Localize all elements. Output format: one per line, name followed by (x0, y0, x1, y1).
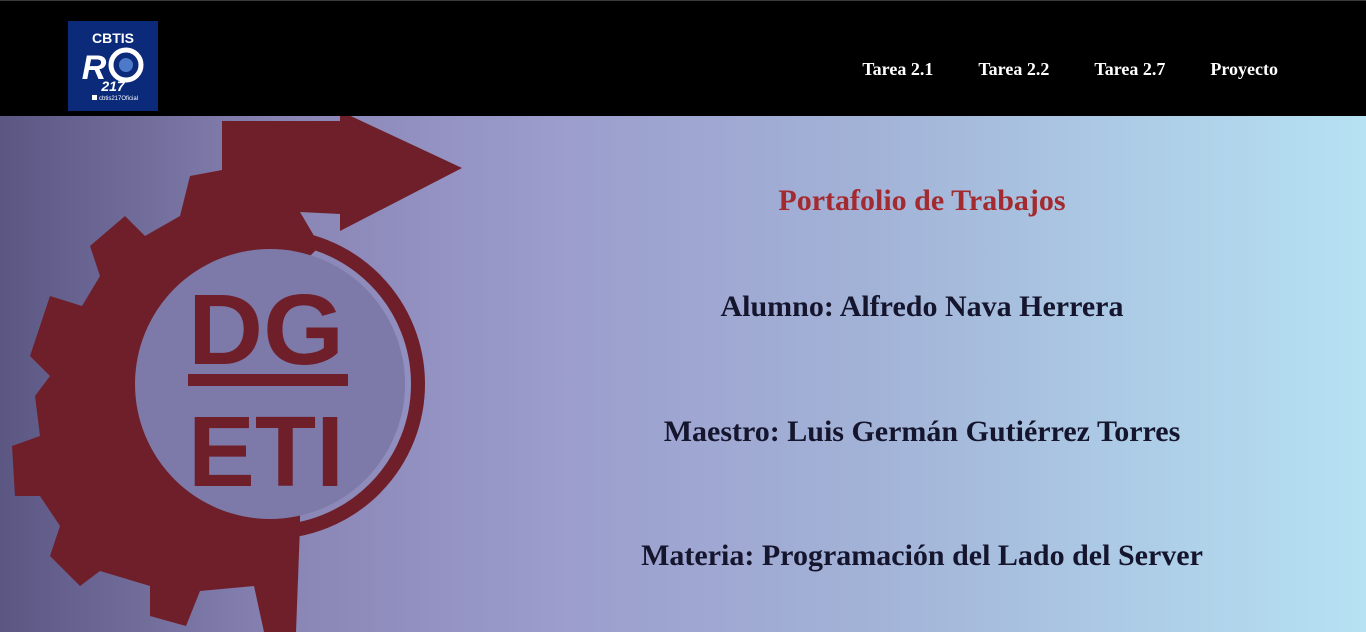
page-title: Portafolio de Trabajos (778, 184, 1066, 217)
emblem-text-dg: DG (188, 274, 344, 386)
nav-proyecto[interactable]: Proyecto (1210, 59, 1278, 79)
hero-section: DG ETI Portafolio de Trabajos Alumno: Al… (0, 116, 1366, 632)
student-name: Alfredo Nava Herrera (839, 290, 1124, 323)
subject-name: Programación del Lado del Server (761, 539, 1203, 572)
dgeti-emblem-icon: DG ETI (12, 116, 462, 632)
logo-text-top: CBTIS (92, 30, 134, 46)
subject-line: Materia: Programación del Lado del Serve… (478, 539, 1366, 573)
nav-tarea-2-1[interactable]: Tarea 2.1 (862, 59, 933, 79)
cbtis-logo[interactable]: CBTIS R 217 cbtis217Oficial (68, 21, 158, 111)
teacher-label: Maestro: (663, 415, 788, 448)
subject-label: Materia: (641, 539, 762, 572)
emblem-text-eti: ETI (188, 396, 344, 508)
cbtis-logo-icon: CBTIS R 217 cbtis217Oficial (68, 21, 158, 111)
logo-text-number: 217 (100, 78, 126, 94)
student-label: Alumno: (720, 290, 840, 323)
portfolio-content: Portafolio de Trabajos Alumno: Alfredo N… (478, 116, 1366, 632)
top-navbar: CBTIS R 217 cbtis217Oficial Tarea 2.1 Ta… (0, 0, 1366, 116)
logo-text-bottom: cbtis217Oficial (99, 96, 138, 102)
student-line: Alumno: Alfredo Nava Herrera (478, 290, 1366, 324)
nav-tarea-2-7[interactable]: Tarea 2.7 (1094, 59, 1165, 79)
main-nav: Tarea 2.1 Tarea 2.2 Tarea 2.7 Proyecto (817, 59, 1278, 79)
teacher-name: Luis Germán Gutiérrez Torres (787, 415, 1181, 448)
nav-tarea-2-2[interactable]: Tarea 2.2 (978, 59, 1049, 79)
teacher-line: Maestro: Luis Germán Gutiérrez Torres (478, 415, 1366, 449)
